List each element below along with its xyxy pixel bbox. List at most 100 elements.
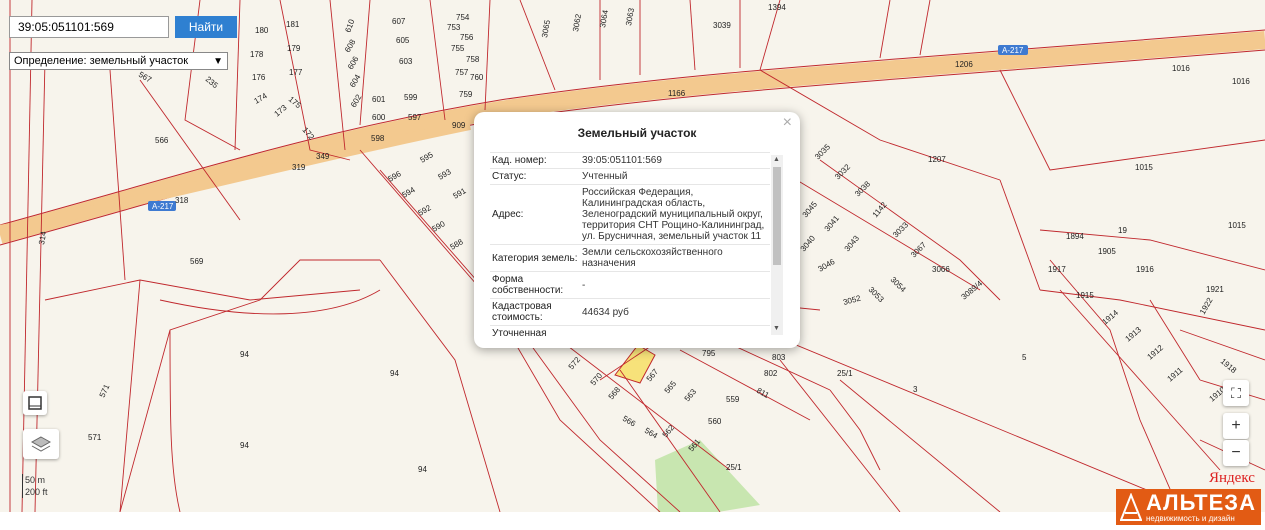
parcel-label: 1912 (1146, 343, 1166, 362)
parcel-label: 1016 (1172, 64, 1190, 73)
table-row: Адрес: Российская Федерация, Калининградс… (490, 184, 770, 245)
parcel-label: 175 (287, 95, 303, 111)
row-key: Форма собственности: (490, 271, 580, 299)
parcel-label: 314 (37, 230, 48, 245)
row-key: Статус: (490, 168, 580, 185)
parcel-label: 571 (98, 382, 112, 398)
parcel-label: 3053 (867, 285, 886, 304)
brand-badge[interactable]: АЛЬТЕЗА недвижимость и дизайн (1116, 489, 1261, 525)
table-row: Статус: Учтенный (490, 168, 770, 185)
parcel-label: 1394 (768, 3, 786, 12)
parcel-label: 94 (240, 441, 249, 450)
parcel-label: 1913 (1124, 325, 1144, 344)
parcel-label: 1911 (1166, 365, 1185, 383)
parcel-label: 600 (372, 113, 386, 122)
row-key: Кадастровая стоимость: (490, 298, 580, 326)
parcel-label: 568 (607, 385, 623, 401)
cadastral-search-input[interactable] (9, 16, 169, 38)
scroll-down-icon[interactable]: ▼ (773, 325, 780, 332)
parcel-label: 601 (372, 95, 386, 104)
parcel-label: 590 (431, 219, 448, 234)
scale-meters: 50 m (22, 474, 48, 486)
parcel-label: 3063 (624, 7, 636, 27)
row-value: Учтенный (580, 168, 770, 185)
zoom-out-button[interactable]: − (1223, 440, 1249, 466)
parcel-label: 564 (643, 426, 660, 441)
popup-title: Земельный участок (577, 126, 697, 140)
search-bar: Найти (9, 16, 237, 38)
parcel-label: 180 (255, 26, 269, 35)
search-button[interactable]: Найти (175, 16, 237, 38)
parcel-label: 570 (589, 371, 605, 387)
scroll-up-icon[interactable]: ▲ (773, 156, 780, 163)
parcel-label: 3043 (843, 233, 862, 253)
svg-text:A-217: A-217 (1002, 46, 1024, 55)
parcel-label: 349 (316, 152, 330, 161)
parcel-label: 607 (392, 17, 406, 26)
parcel-label: 1016 (1232, 77, 1250, 86)
parcel-label: 1142 (871, 200, 889, 219)
parcel-label: 1914 (1101, 308, 1121, 327)
parcel-label: 3066 (932, 265, 950, 274)
parcel-label: 603 (399, 57, 413, 66)
parcel-label: 592 (417, 203, 434, 218)
parcel-label: 1015 (1228, 221, 1246, 230)
parcel-label: 591 (452, 186, 469, 201)
yandex-logo[interactable]: Яндекс (1209, 470, 1255, 487)
parcel-label: 19 (1118, 226, 1127, 235)
parcel-label: 567 (137, 70, 154, 85)
parcel-label: 588 (449, 237, 466, 252)
row-value: Земли сельскохозяйственного назначения (580, 244, 770, 272)
parcel-label: 3041 (823, 213, 842, 233)
row-key: Кад. номер: (490, 152, 580, 169)
table-row: Кад. номер: 39:05:051101:569 (490, 152, 770, 169)
parcel-label: 3039 (713, 21, 731, 30)
parcel-label: 1921 (1206, 285, 1224, 294)
parcel-label: 758 (466, 55, 480, 64)
definition-select[interactable]: Определение: земельный участок ▼ (9, 52, 228, 70)
road-badge-right: A-217 (998, 45, 1028, 55)
parcel-label: 605 (396, 36, 410, 45)
zoom-in-button[interactable]: + (1223, 413, 1249, 439)
parcel-label: 1206 (955, 60, 973, 69)
parcel-label: 1918 (1219, 357, 1239, 376)
parcel-label: 1922 (1198, 296, 1215, 316)
row-key: Категория земель: (490, 244, 580, 272)
row-value (580, 325, 770, 341)
popup-scrollbar[interactable]: ▲ ▼ (771, 155, 783, 335)
parcel-label: 566 (621, 414, 638, 429)
table-row: Категория земель: Земли сельскохозяйствен… (490, 244, 770, 272)
parcel-label: 756 (460, 33, 474, 42)
definition-select-value: Определение: земельный участок (14, 55, 189, 67)
parcel-label: 566 (155, 136, 169, 145)
fullscreen-button[interactable]: ⛶ (1223, 380, 1249, 406)
parcel-label: 760 (470, 73, 484, 82)
parcel-label: 803 (772, 353, 786, 362)
parcel-label: 596 (387, 169, 404, 184)
parcel-label: 318 (175, 196, 189, 205)
row-key: Уточненная (490, 325, 580, 341)
row-value: 44634 руб (580, 298, 770, 326)
parcel-label: 599 (404, 93, 418, 102)
parcel-label: 3032 (833, 162, 852, 181)
parcel-label: 1917 (1048, 265, 1066, 274)
parcel-label: 3089/4 (960, 279, 985, 302)
parcel-label: 3046 (817, 257, 837, 274)
scrollbar-thumb[interactable] (773, 167, 781, 265)
brand-tagline: недвижимость и дизайн (1146, 514, 1235, 523)
minus-icon: − (1231, 444, 1241, 461)
parcel-label: 3052 (842, 293, 862, 306)
brand-logo-icon (1120, 493, 1142, 521)
ruler-button[interactable] (23, 391, 47, 415)
parcel-label: 757 (455, 68, 469, 77)
parcel-label: 178 (250, 50, 264, 59)
parcel-label: 754 (456, 13, 470, 22)
chevron-down-icon: ▼ (213, 55, 223, 67)
parcel-label: 560 (708, 417, 722, 426)
parcel-label: 608 (343, 37, 358, 54)
parcel-label: 3054 (889, 275, 908, 294)
parcel-label: 235 (204, 75, 220, 91)
table-row: Кадастровая стоимость: 44634 руб (490, 298, 770, 326)
layers-button[interactable] (23, 429, 59, 459)
parcel-label: 25/1 (726, 463, 742, 472)
